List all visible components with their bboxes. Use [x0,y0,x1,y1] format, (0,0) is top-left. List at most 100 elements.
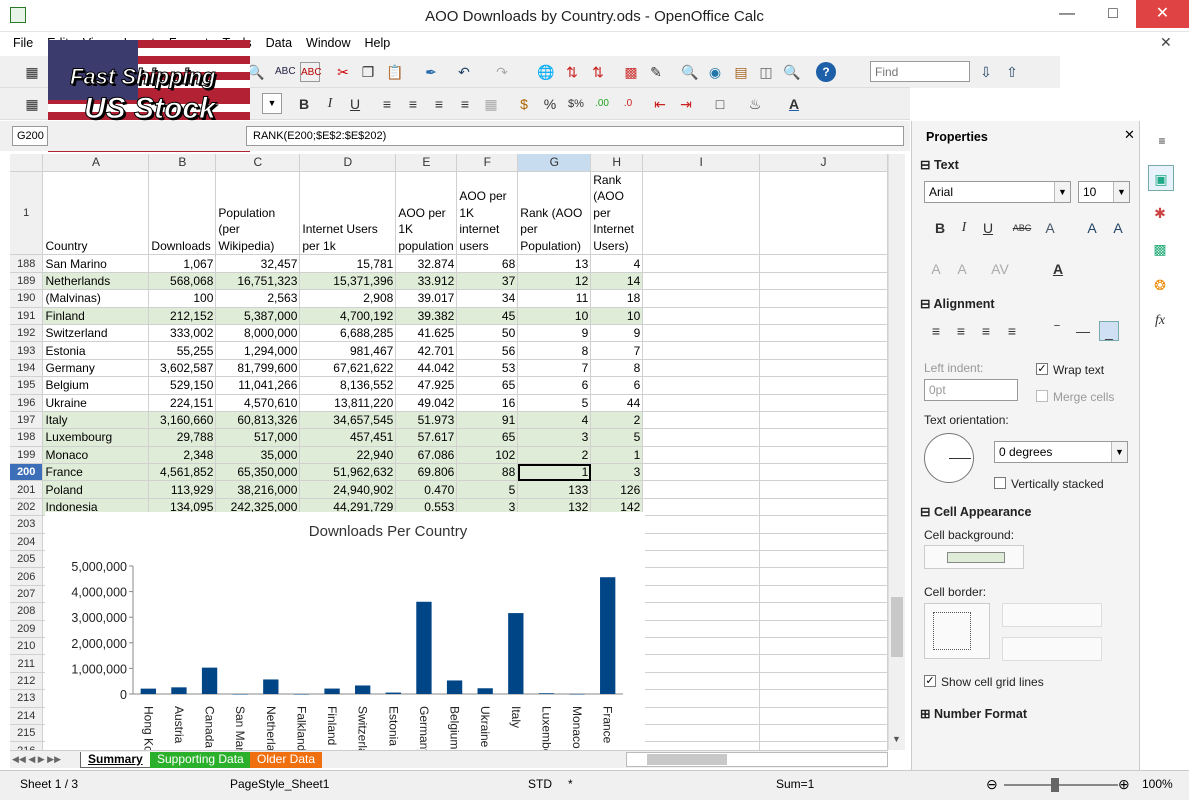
cell[interactable] [759,550,888,569]
cell[interactable]: 2 [590,411,644,430]
navigator-deck-icon[interactable]: ❂ [1150,275,1170,295]
percent-icon[interactable]: % [540,94,560,114]
cell[interactable] [759,654,888,673]
cell[interactable] [759,741,888,750]
cell[interactable] [642,585,761,604]
row-header[interactable]: 194 [10,359,44,378]
cell[interactable] [759,289,888,308]
row-header[interactable]: 193 [10,341,44,360]
cell[interactable] [759,672,888,691]
scroll-down-icon[interactable]: ▼ [892,734,901,744]
cell[interactable] [642,515,761,534]
cell[interactable]: 60,813,326 [215,411,301,430]
cell[interactable]: Rank (AOO per Population) [517,171,592,256]
row-header[interactable]: 208 [10,602,44,621]
sort-descending-icon[interactable]: ⇅ [588,62,608,82]
sum-readout[interactable]: Sum=1 [776,777,814,791]
column-header[interactable]: D [299,154,397,172]
orientation-dial[interactable] [924,433,974,483]
cell[interactable]: 50 [456,324,519,343]
cell[interactable]: 65 [456,376,519,395]
cell[interactable]: 32,457 [215,254,301,273]
cell[interactable]: 51,962,632 [299,463,397,482]
cell[interactable] [759,707,888,725]
gallery-icon[interactable]: ◉ [705,62,725,82]
zoom-percent[interactable]: 100% [1142,777,1173,791]
cell[interactable]: 5 [590,428,644,447]
row-header[interactable]: 210 [10,637,44,656]
cell[interactable]: 41.625 [395,324,458,343]
cell[interactable]: 44.042 [395,359,458,378]
cell[interactable] [759,272,888,291]
row-header[interactable]: 200 [10,463,44,482]
borders-icon[interactable]: □ [710,94,730,114]
cell[interactable] [642,550,761,569]
cell[interactable]: 0.470 [395,480,458,499]
row-header[interactable]: 203 [10,515,44,534]
grow-font-icon[interactable]: A [1082,218,1102,238]
show-gridlines-checkbox[interactable]: ✓ [924,675,936,687]
column-header[interactable]: I [642,154,761,172]
cell[interactable]: 4 [517,411,592,430]
cell[interactable]: 34,657,545 [299,411,397,430]
column-header[interactable]: J [759,154,888,172]
cell[interactable]: 100 [148,289,217,308]
cell[interactable]: Poland [42,480,150,499]
cell[interactable]: Switzerland [42,324,150,343]
cell[interactable] [759,376,888,395]
cell[interactable] [759,533,888,552]
font-size-combo[interactable]: 10 ▼ [1078,181,1130,203]
dropdown-arrow-icon[interactable]: ▼ [1111,442,1127,462]
tab-older-data[interactable]: Older Data [250,752,323,768]
cell[interactable]: 1 [590,446,644,465]
vertical-scroll-thumb[interactable] [891,597,903,657]
sidebar-close-icon[interactable]: ✕ [1124,127,1135,143]
delete-decimal-icon[interactable]: .0 [618,94,638,114]
tab-summary[interactable]: Summary [80,752,151,768]
cell[interactable] [759,324,888,343]
cell[interactable] [759,689,888,708]
decrease-indent-icon[interactable]: ⇤ [650,94,670,114]
italic-icon[interactable]: I [954,218,974,238]
cell[interactable]: 22,940 [299,446,397,465]
cell[interactable] [759,724,888,743]
cell[interactable]: 4,700,192 [299,307,397,325]
menu-file[interactable]: File [6,32,40,50]
cell[interactable]: Rank (AOO per Internet Users) [590,171,644,256]
row-header[interactable]: 189 [10,272,44,291]
paste-icon[interactable]: 📋 [385,62,405,82]
cell[interactable]: 47.925 [395,376,458,395]
cell[interactable]: 4,561,852 [148,463,217,482]
cell[interactable] [759,341,888,360]
row-header[interactable]: 188 [10,254,44,273]
cell[interactable] [642,307,761,325]
cell[interactable]: Monaco [42,446,150,465]
cell[interactable]: 1,294,000 [215,341,301,360]
menu-help[interactable]: Help [358,32,398,50]
tab-supporting-data[interactable]: Supporting Data [150,752,251,768]
cell[interactable] [642,428,761,447]
cell[interactable] [759,254,888,273]
cell[interactable]: 529,150 [148,376,217,395]
copy-icon[interactable]: ❐ [358,62,378,82]
row-header[interactable]: 191 [10,307,44,325]
cell[interactable]: 2,348 [148,446,217,465]
column-header[interactable]: A [42,154,150,172]
cell[interactable]: 3,602,587 [148,359,217,378]
cell[interactable]: 32.874 [395,254,458,273]
tab-nav-first-icon[interactable]: ◀◀ ◀ ▶ ▶▶ [12,754,61,765]
cell[interactable]: 5,387,000 [215,307,301,325]
row-header[interactable]: 205 [10,550,44,569]
number-format-icon[interactable]: $% [566,94,586,114]
close-window-button[interactable]: ✕ [1136,0,1189,28]
help-icon[interactable]: ? [816,62,836,82]
formula-input[interactable]: RANK(E200;$E$2:$E$202) [246,126,904,146]
cell[interactable]: 8,136,552 [299,376,397,395]
cell[interactable] [642,394,761,412]
selection-mode[interactable]: STD [528,777,552,791]
cell[interactable] [642,324,761,343]
row-header[interactable]: 204 [10,533,44,552]
cell[interactable] [642,463,761,482]
cell[interactable]: 224,151 [148,394,217,412]
justify-icon[interactable]: ≡ [1002,321,1022,341]
